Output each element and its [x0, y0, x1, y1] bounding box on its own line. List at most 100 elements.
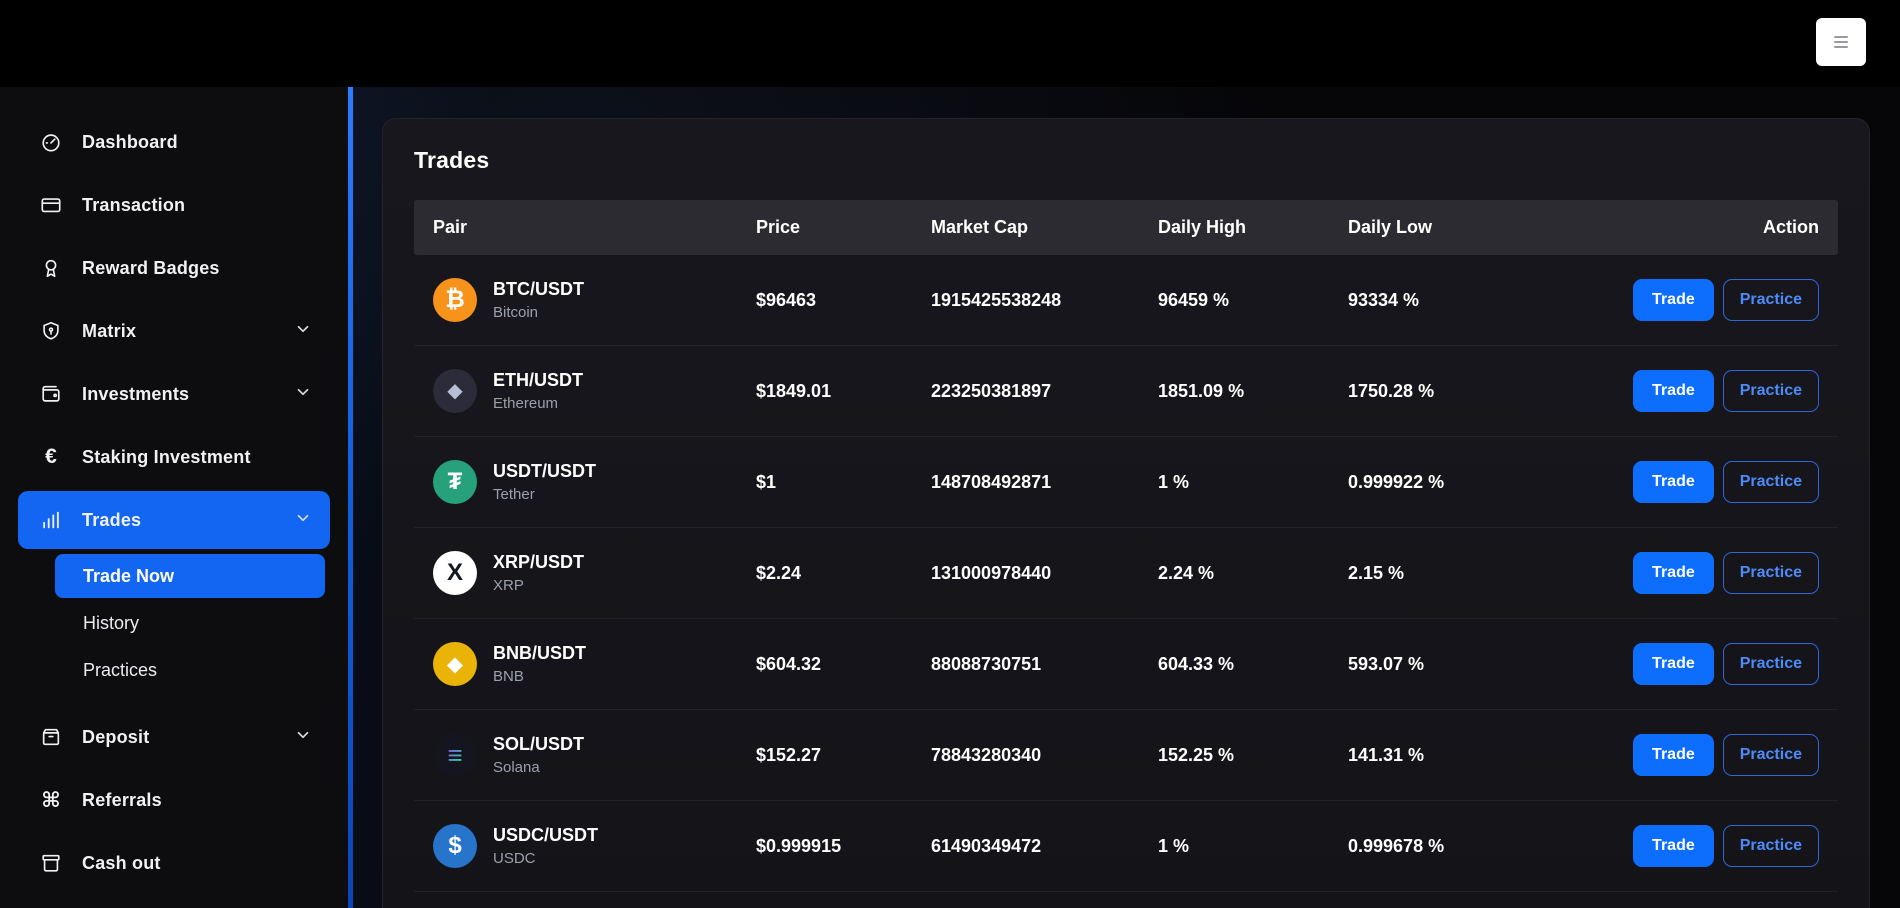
- pair-cell: ₮ USDT/USDT Tether: [433, 460, 756, 504]
- command-icon: ⌘: [40, 789, 62, 811]
- market-cap-cell: 148708492871: [931, 472, 1158, 493]
- sub-item-label: Practices: [83, 660, 157, 681]
- practice-button[interactable]: Practice: [1723, 643, 1819, 684]
- market-cap-cell: 61490349472: [931, 836, 1158, 857]
- usdc-icon: $: [433, 824, 477, 868]
- chevron-down-icon: [294, 726, 312, 749]
- market-cap-cell: 78843280340: [931, 745, 1158, 766]
- archive-icon: [40, 852, 62, 874]
- action-cell: Trade Practice: [1620, 734, 1819, 775]
- topbar: [0, 0, 1900, 87]
- daily-high-cell: 2.24 %: [1158, 563, 1348, 584]
- pair-cell: $ USDC/USDT USDC: [433, 824, 756, 868]
- daily-high-cell: 1851.09 %: [1158, 381, 1348, 402]
- pair-symbol: BNB/USDT: [493, 643, 586, 664]
- practice-button[interactable]: Practice: [1723, 825, 1819, 866]
- trade-button[interactable]: Trade: [1633, 825, 1714, 866]
- table-row: ◆ ETH/USDT Ethereum $1849.01 22325038189…: [414, 346, 1838, 437]
- sidebar: Dashboard Transaction Reward Badges Matr…: [0, 87, 348, 908]
- practice-button[interactable]: Practice: [1723, 734, 1819, 775]
- sub-item-label: History: [83, 613, 139, 634]
- practice-button[interactable]: Practice: [1723, 279, 1819, 320]
- pair-cell: ◆ ETH/USDT Ethereum: [433, 369, 756, 413]
- column-daily-low: Daily Low: [1348, 217, 1620, 238]
- sidebar-accent-divider: [348, 87, 353, 908]
- sidebar-item-staking-investment[interactable]: € Staking Investment: [18, 428, 330, 486]
- sidebar-item-reward-badges[interactable]: Reward Badges: [18, 239, 330, 297]
- sidebar-item-deposit[interactable]: Deposit: [18, 708, 330, 766]
- sidebar-item-label: Reward Badges: [82, 258, 220, 279]
- daily-low-cell: 593.07 %: [1348, 654, 1620, 675]
- table-row: ₮ USDT/USDT Tether $1 148708492871 1 % 0…: [414, 437, 1838, 528]
- sidebar-item-trades[interactable]: Trades: [18, 491, 330, 549]
- pair-name: Solana: [493, 759, 584, 776]
- pair-name: Ethereum: [493, 395, 583, 412]
- sidebar-subitem-history[interactable]: History: [55, 601, 325, 645]
- menu-icon: [1834, 36, 1848, 48]
- daily-high-cell: 152.25 %: [1158, 745, 1348, 766]
- pair-cell: ◆ BNB/USDT BNB: [433, 642, 756, 686]
- daily-high-cell: 1 %: [1158, 836, 1348, 857]
- market-cap-cell: 1915425538248: [931, 290, 1158, 311]
- xrp-icon: X: [433, 551, 477, 595]
- column-market-cap: Market Cap: [931, 217, 1158, 238]
- sidebar-item-label: Matrix: [82, 321, 136, 342]
- bar-chart-icon: [40, 509, 62, 531]
- trade-button[interactable]: Trade: [1633, 370, 1714, 411]
- shield-icon: [40, 320, 62, 342]
- practice-button[interactable]: Practice: [1723, 552, 1819, 593]
- sidebar-item-referrals[interactable]: ⌘ Referrals: [18, 771, 330, 829]
- chevron-down-icon: [294, 383, 312, 406]
- sidebar-item-label: Referrals: [82, 790, 162, 811]
- action-cell: Trade Practice: [1620, 370, 1819, 411]
- sidebar-item-investments[interactable]: Investments: [18, 365, 330, 423]
- daily-low-cell: 0.999922 %: [1348, 472, 1620, 493]
- practice-button[interactable]: Practice: [1723, 461, 1819, 502]
- daily-low-cell: 2.15 %: [1348, 563, 1620, 584]
- pair-symbol: BTC/USDT: [493, 279, 584, 300]
- action-cell: Trade Practice: [1620, 279, 1819, 320]
- user-menu-button[interactable]: [1816, 18, 1866, 66]
- table-header: Pair Price Market Cap Daily High Daily L…: [414, 200, 1838, 255]
- action-cell: Trade Practice: [1620, 643, 1819, 684]
- medal-icon: [40, 257, 62, 279]
- market-cap-cell: 88088730751: [931, 654, 1158, 675]
- pair-name: BNB: [493, 668, 586, 685]
- trade-button[interactable]: Trade: [1633, 643, 1714, 684]
- market-cap-cell: 223250381897: [931, 381, 1158, 402]
- daily-low-cell: 1750.28 %: [1348, 381, 1620, 402]
- bnb-icon: ◆: [433, 642, 477, 686]
- daily-low-cell: 93334 %: [1348, 290, 1620, 311]
- sidebar-item-matrix[interactable]: Matrix: [18, 302, 330, 360]
- pair-symbol: ETH/USDT: [493, 370, 583, 391]
- pair-symbol: SOL/USDT: [493, 734, 584, 755]
- price-cell: $0.999915: [756, 836, 931, 857]
- trades-table: Pair Price Market Cap Daily High Daily L…: [414, 200, 1838, 892]
- sidebar-item-dashboard[interactable]: Dashboard: [18, 113, 330, 171]
- trade-button[interactable]: Trade: [1633, 734, 1714, 775]
- ethereum-icon: ◆: [433, 369, 477, 413]
- sidebar-subitem-trade-now[interactable]: Trade Now: [55, 554, 325, 598]
- sidebar-item-label: Dashboard: [82, 132, 178, 153]
- trades-submenu: Trade Now History Practices: [0, 554, 348, 692]
- table-row: X XRP/USDT XRP $2.24 131000978440 2.24 %…: [414, 528, 1838, 619]
- price-cell: $152.27: [756, 745, 931, 766]
- pair-symbol: USDC/USDT: [493, 825, 598, 846]
- pair-name: Bitcoin: [493, 304, 584, 321]
- sidebar-subitem-practices[interactable]: Practices: [55, 648, 325, 692]
- practice-button[interactable]: Practice: [1723, 370, 1819, 411]
- trade-button[interactable]: Trade: [1633, 552, 1714, 593]
- column-price: Price: [756, 217, 931, 238]
- trade-button[interactable]: Trade: [1633, 461, 1714, 502]
- price-cell: $604.32: [756, 654, 931, 675]
- sidebar-item-cash-out[interactable]: Cash out: [18, 834, 330, 892]
- euro-icon: €: [40, 446, 62, 468]
- main-content: Trades Pair Price Market Cap Daily High …: [353, 87, 1900, 908]
- pair-symbol: XRP/USDT: [493, 552, 584, 573]
- price-cell: $2.24: [756, 563, 931, 584]
- column-daily-high: Daily High: [1158, 217, 1348, 238]
- trade-button[interactable]: Trade: [1633, 279, 1714, 320]
- column-pair: Pair: [433, 217, 756, 238]
- pair-cell: X XRP/USDT XRP: [433, 551, 756, 595]
- sidebar-item-transaction[interactable]: Transaction: [18, 176, 330, 234]
